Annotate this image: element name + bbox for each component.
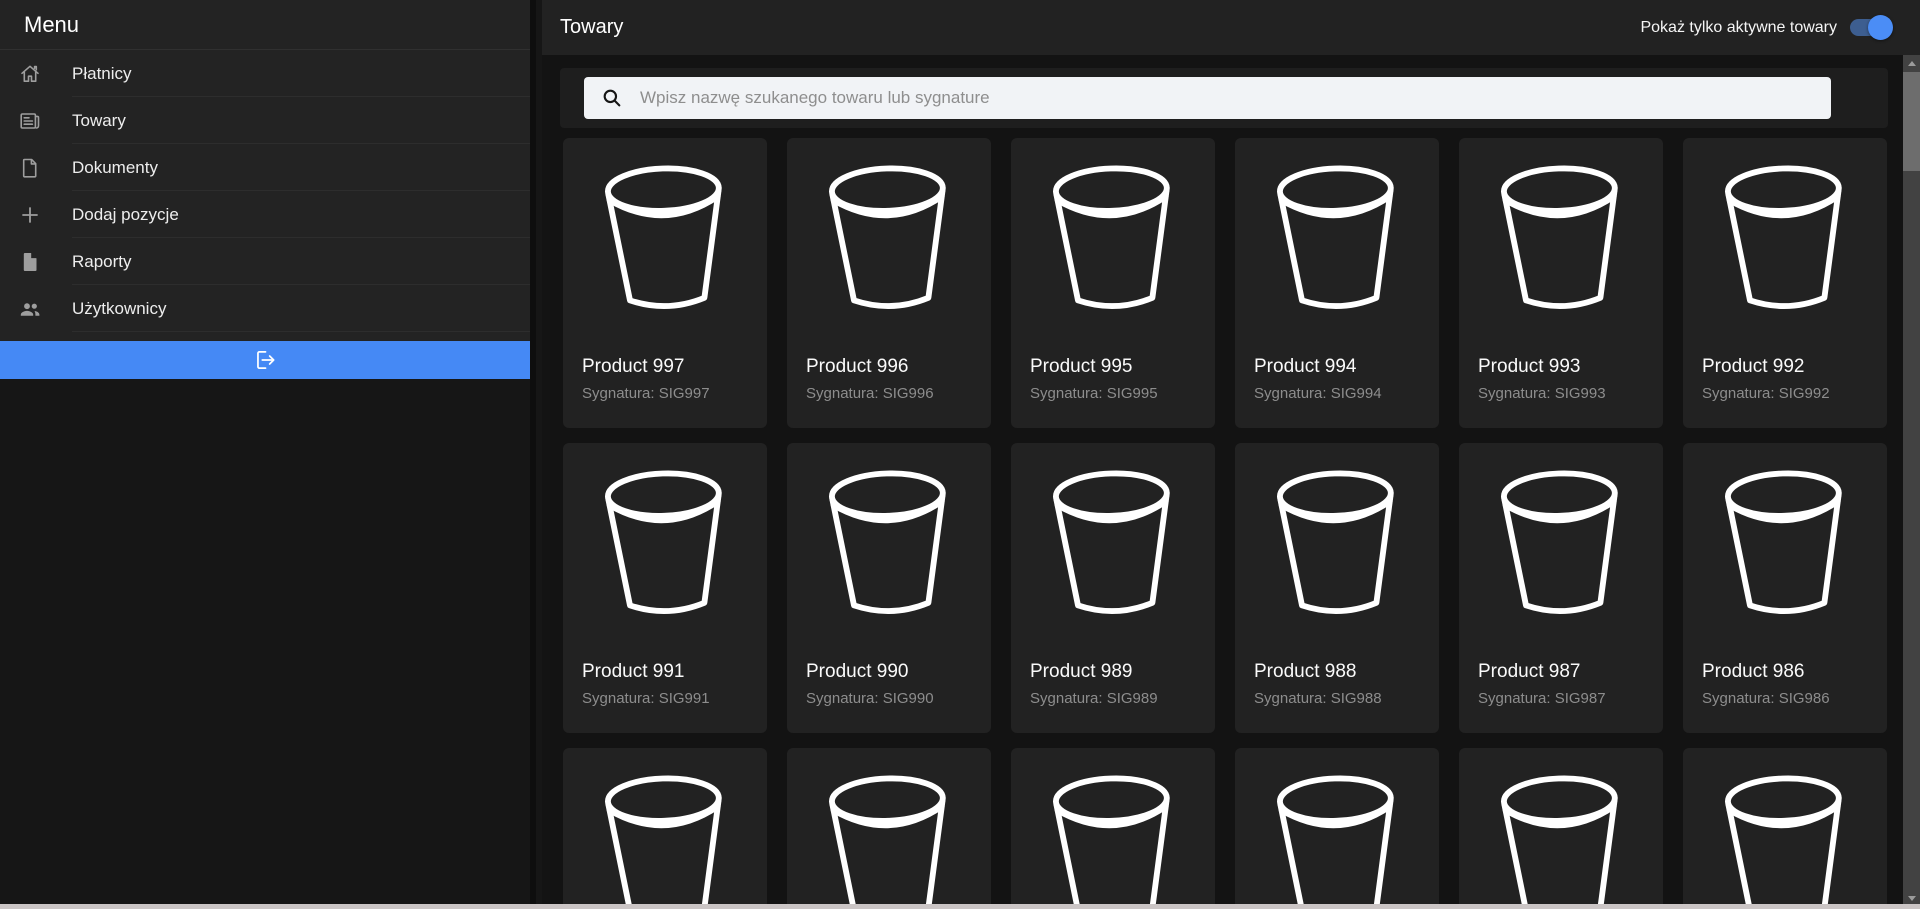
product-grid: Product 997 Sygnatura: SIG997 Product 99… (563, 138, 1893, 909)
product-card[interactable]: Product 994 Sygnatura: SIG994 (1235, 138, 1439, 428)
bucket-image (1488, 766, 1634, 909)
search-strip (560, 68, 1888, 128)
bucket-image (592, 461, 738, 629)
search-input[interactable] (638, 87, 1819, 109)
bucket-image (1712, 766, 1858, 909)
bucket-image (1264, 156, 1410, 324)
main-area: Towary Pokaż tylko aktywne towary (542, 0, 1920, 909)
product-card[interactable]: Product 987 Sygnatura: SIG987 (1459, 443, 1663, 733)
sidebar-item-uzytkownicy[interactable]: Użytkownicy (0, 285, 530, 332)
bucket-image (1488, 156, 1634, 324)
product-name: Product 997 (582, 355, 755, 379)
bucket-image (1264, 461, 1410, 629)
bucket-image (1040, 156, 1186, 324)
active-filter-toggle-group: Pokaż tylko aktywne towary (1640, 15, 1893, 40)
sidebar-item-dodaj-pozycje[interactable]: Dodaj pozycje (0, 191, 530, 238)
product-card[interactable] (1011, 748, 1215, 909)
sidebar-item-raporty[interactable]: Raporty (0, 238, 530, 285)
product-name: Product 987 (1478, 660, 1651, 684)
product-card[interactable] (563, 748, 767, 909)
users-icon (18, 297, 42, 321)
product-card[interactable]: Product 996 Sygnatura: SIG996 (787, 138, 991, 428)
product-name: Product 995 (1030, 355, 1203, 379)
product-card[interactable]: Product 986 Sygnatura: SIG986 (1683, 443, 1887, 733)
main-header: Towary Pokaż tylko aktywne towary (542, 0, 1920, 55)
bucket-image (1712, 156, 1858, 324)
active-toggle-switch[interactable] (1850, 15, 1893, 40)
product-signature: Sygnatura: SIG994 (1254, 384, 1427, 404)
sidebar: Menu Płatnicy Towary Dokumenty Dodaj poz… (0, 0, 542, 909)
report-icon (18, 250, 42, 274)
product-card[interactable] (1235, 748, 1439, 909)
product-signature: Sygnatura: SIG987 (1478, 689, 1651, 709)
vertical-scrollbar[interactable] (1903, 55, 1920, 909)
app-root: Menu Płatnicy Towary Dokumenty Dodaj poz… (0, 0, 1920, 909)
scrollbar-up-arrow-icon[interactable] (1903, 61, 1920, 66)
product-signature: Sygnatura: SIG988 (1254, 689, 1427, 709)
product-signature: Sygnatura: SIG986 (1702, 689, 1875, 709)
product-signature: Sygnatura: SIG992 (1702, 384, 1875, 404)
vertical-scrollbar-thumb[interactable] (1903, 72, 1920, 171)
product-name: Product 996 (806, 355, 979, 379)
product-signature: Sygnatura: SIG997 (582, 384, 755, 404)
product-card[interactable]: Product 997 Sygnatura: SIG997 (563, 138, 767, 428)
product-name: Product 992 (1702, 355, 1875, 379)
product-card[interactable]: Product 992 Sygnatura: SIG992 (1683, 138, 1887, 428)
product-card[interactable] (1459, 748, 1663, 909)
home-icon (18, 62, 42, 86)
sidebar-menu: Płatnicy Towary Dokumenty Dodaj pozycje … (0, 50, 530, 332)
sidebar-item-platnicy[interactable]: Płatnicy (0, 50, 530, 97)
search-icon (601, 87, 623, 109)
bucket-image (1712, 461, 1858, 629)
plus-icon (18, 203, 42, 227)
bucket-image (816, 766, 962, 909)
product-card[interactable]: Product 991 Sygnatura: SIG991 (563, 443, 767, 733)
product-name: Product 990 (806, 660, 979, 684)
scrollbar-down-arrow-icon[interactable] (1903, 896, 1920, 901)
bucket-image (592, 766, 738, 909)
page-title: Towary (560, 16, 623, 39)
active-toggle-label: Pokaż tylko aktywne towary (1640, 19, 1837, 37)
product-signature: Sygnatura: SIG993 (1478, 384, 1651, 404)
product-name: Product 989 (1030, 660, 1203, 684)
product-name: Product 993 (1478, 355, 1651, 379)
bucket-image (816, 461, 962, 629)
product-signature: Sygnatura: SIG991 (582, 689, 755, 709)
product-name: Product 991 (582, 660, 755, 684)
product-card[interactable]: Product 988 Sygnatura: SIG988 (1235, 443, 1439, 733)
product-signature: Sygnatura: SIG995 (1030, 384, 1203, 404)
product-signature: Sygnatura: SIG996 (806, 384, 979, 404)
toggle-thumb (1868, 15, 1893, 40)
product-card[interactable] (787, 748, 991, 909)
bucket-image (1040, 766, 1186, 909)
product-signature: Sygnatura: SIG989 (1030, 689, 1203, 709)
sidebar-item-towary[interactable]: Towary (0, 97, 530, 144)
product-card[interactable]: Product 993 Sygnatura: SIG993 (1459, 138, 1663, 428)
logout-button[interactable] (0, 341, 530, 379)
bucket-image (592, 156, 738, 324)
sidebar-title: Menu (0, 0, 530, 50)
bucket-image (816, 156, 962, 324)
logout-icon (252, 347, 278, 373)
document-icon (18, 156, 42, 180)
product-card[interactable] (1683, 748, 1887, 909)
product-card[interactable]: Product 989 Sygnatura: SIG989 (1011, 443, 1215, 733)
product-card[interactable]: Product 995 Sygnatura: SIG995 (1011, 138, 1215, 428)
bucket-image (1488, 461, 1634, 629)
product-name: Product 994 (1254, 355, 1427, 379)
sidebar-item-dokumenty[interactable]: Dokumenty (0, 144, 530, 191)
bucket-image (1264, 766, 1410, 909)
newspaper-icon (18, 109, 42, 133)
bucket-image (1040, 461, 1186, 629)
search-box[interactable] (584, 77, 1831, 119)
horizontal-scrollbar[interactable] (0, 904, 1920, 909)
product-signature: Sygnatura: SIG990 (806, 689, 979, 709)
product-name: Product 988 (1254, 660, 1427, 684)
sidebar-panel: Menu Płatnicy Towary Dokumenty Dodaj poz… (0, 0, 536, 909)
content-area: Product 997 Sygnatura: SIG997 Product 99… (542, 55, 1920, 909)
sidebar-menu-block: Menu Płatnicy Towary Dokumenty Dodaj poz… (0, 0, 530, 379)
product-name: Product 986 (1702, 660, 1875, 684)
product-card[interactable]: Product 990 Sygnatura: SIG990 (787, 443, 991, 733)
